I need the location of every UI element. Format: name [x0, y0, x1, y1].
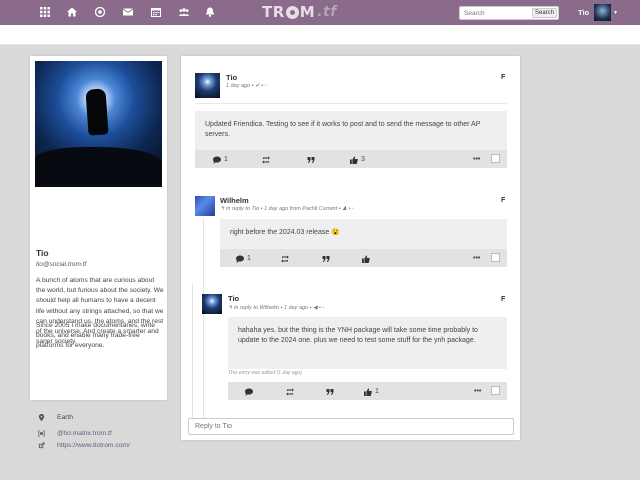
quote-button[interactable]: [307, 155, 315, 164]
post-meta[interactable]: ↰ in reply to Wilhelm • 1 day ago • ◀ • …: [228, 305, 324, 311]
profile-name[interactable]: Tio: [36, 248, 49, 258]
reply-input[interactable]: [188, 418, 514, 435]
profile-card: Tio tio@social.trom.tf A bunch of atoms …: [30, 56, 167, 449]
quote-button[interactable]: [326, 387, 334, 396]
mail-icon[interactable]: [121, 5, 135, 19]
comment-icon: [245, 388, 253, 396]
retweet-icon: [262, 156, 270, 163]
post-body: hahaha yes. but the thing is the YNH pac…: [228, 317, 507, 369]
like-count: 1: [375, 388, 379, 395]
comment-icon: [236, 255, 244, 263]
post-author-avatar[interactable]: [202, 294, 222, 314]
post-author[interactable]: Tio: [228, 294, 239, 303]
website-link[interactable]: https://www.tiotrom.com/: [57, 442, 130, 449]
retweet-icon: [281, 255, 289, 262]
edited-note: This entry was edited (1 day ago): [228, 370, 302, 376]
like-button[interactable]: 1: [364, 387, 379, 396]
quote-icon: [326, 388, 334, 395]
divider: [195, 103, 507, 104]
photo-ground: [35, 147, 162, 187]
thread-line: [203, 218, 204, 436]
calendar-icon[interactable]: [149, 5, 163, 19]
profile-photo[interactable]: [35, 61, 162, 187]
share-button[interactable]: [286, 387, 294, 396]
select-checkbox[interactable]: [491, 253, 500, 262]
post-body: Updated Friendica. Testing to see if it …: [195, 111, 507, 150]
comment-button[interactable]: 1: [213, 155, 228, 164]
share-button[interactable]: [281, 254, 289, 263]
top-nav: TR M.tf Search Tio ▾: [0, 0, 640, 25]
location-text: Earth: [57, 413, 73, 421]
search-button[interactable]: Search: [532, 8, 557, 18]
network-icon[interactable]: [93, 5, 107, 19]
friendica-network-icon: F: [501, 74, 506, 81]
comment-count: 1: [247, 255, 251, 262]
post-meta[interactable]: 1 day ago • ✔ • ◦: [226, 83, 267, 89]
quote-button[interactable]: [322, 254, 330, 263]
retweet-icon: [286, 388, 294, 395]
profile-matrix: @tio:matrix.trom.tf: [36, 428, 112, 438]
more-options-icon[interactable]: •••: [473, 254, 480, 263]
apps-grid-icon[interactable]: [38, 5, 52, 19]
logo-bulb-icon: [285, 5, 299, 19]
more-options-icon[interactable]: •••: [473, 155, 480, 164]
site-logo[interactable]: TR M .tf: [262, 2, 342, 22]
post-body: right before the 2024.03 release 😮: [220, 219, 507, 249]
post-meta[interactable]: ↰ in reply to Tio • 1 day ago from Pachl…: [220, 206, 354, 212]
like-count: 3: [361, 156, 365, 163]
like-button[interactable]: 3: [350, 155, 365, 164]
share-button[interactable]: [262, 155, 270, 164]
logo-tf: .tf: [317, 4, 337, 20]
profile-website: https://www.tiotrom.com/: [36, 440, 130, 450]
user-avatar[interactable]: [594, 4, 611, 21]
matrix-icon: [36, 428, 46, 438]
quote-icon: [307, 156, 315, 163]
sub-header: [0, 25, 640, 45]
quote-icon: [322, 255, 330, 262]
logo-text: TR: [262, 3, 285, 21]
post-author-avatar[interactable]: [195, 196, 215, 216]
comment-count: 1: [224, 156, 228, 163]
profile-bio-2: Since 2005 I make documentaries, write b…: [36, 322, 155, 350]
chevron-down-icon[interactable]: ▾: [614, 9, 617, 16]
profile-location: Earth: [36, 412, 73, 422]
home-icon[interactable]: [65, 5, 79, 19]
thumbs-up-icon: [350, 156, 358, 164]
user-menu-name[interactable]: Tio: [578, 8, 589, 17]
comment-button[interactable]: 1: [236, 254, 251, 263]
post-actions: 1 3 •••: [195, 150, 507, 168]
post-author[interactable]: Wilhelm: [220, 196, 249, 205]
matrix-link[interactable]: @tio:matrix.trom.tf: [57, 430, 112, 437]
select-checkbox[interactable]: [491, 154, 500, 163]
map-marker-icon: [36, 412, 46, 422]
thread-line: [192, 284, 193, 436]
thumbs-up-icon: [364, 388, 372, 396]
more-options-icon[interactable]: •••: [474, 387, 481, 396]
comment-icon: [213, 156, 221, 164]
conversation-thread: Tio 1 day ago • ✔ • ◦ F Updated Friendic…: [181, 56, 520, 440]
people-icon[interactable]: [177, 5, 191, 19]
post-actions: 1 •••: [228, 382, 507, 400]
profile-handle[interactable]: tio@social.trom.tf: [36, 261, 86, 268]
logo-text-2: M: [299, 3, 316, 21]
thumbs-up-icon: [362, 255, 370, 263]
comment-button[interactable]: [245, 387, 256, 396]
bell-icon[interactable]: [203, 5, 217, 19]
friendica-network-icon: F: [501, 197, 506, 204]
friendica-network-icon: F: [501, 296, 506, 303]
like-button[interactable]: [362, 254, 373, 263]
photo-person-silhouette: [85, 88, 109, 136]
external-link-icon: [36, 440, 46, 450]
post-actions: 1 •••: [220, 249, 507, 267]
post-author-avatar[interactable]: [195, 73, 220, 98]
post-author[interactable]: Tio: [226, 73, 237, 82]
select-checkbox[interactable]: [491, 386, 500, 395]
